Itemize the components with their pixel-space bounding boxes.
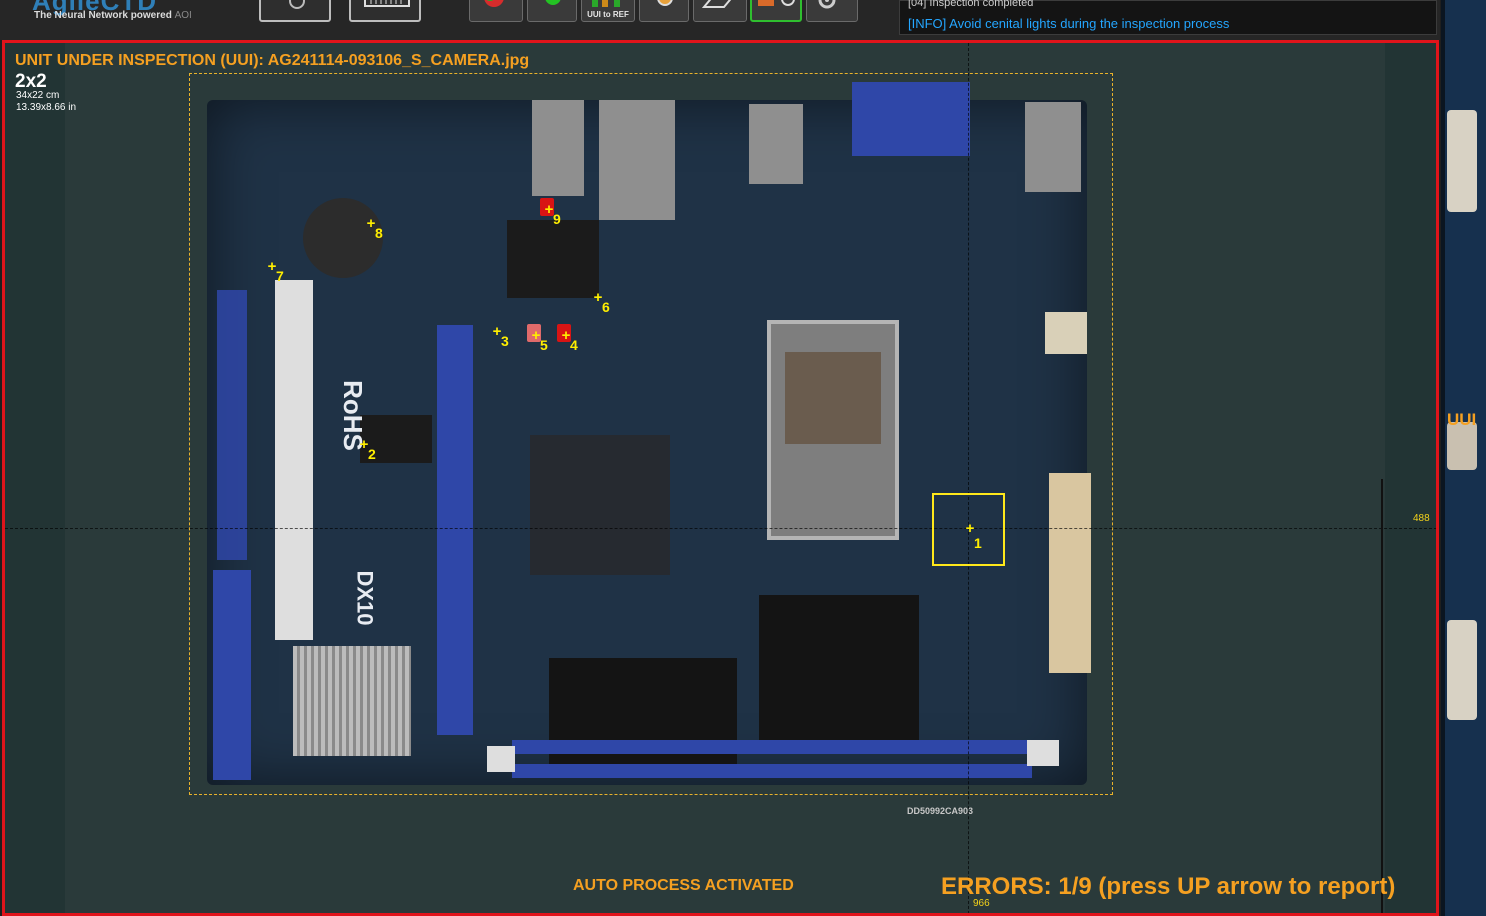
- marker-plus-icon: +: [965, 520, 975, 537]
- cpu-socket: [767, 320, 899, 540]
- go-icon: [545, 0, 561, 5]
- uui-to-ref-label: UUI to REF: [587, 10, 629, 19]
- brand-tagline-text: The Neural Network powered: [34, 10, 172, 21]
- cmos-battery: [303, 198, 383, 278]
- capture-button[interactable]: [639, 0, 689, 22]
- marker-6[interactable]: + 6: [594, 290, 610, 315]
- model-silkscreen: DX10: [352, 570, 378, 626]
- inspection-viewer[interactable]: UNIT UNDER INSPECTION (UUI): AG241114-09…: [2, 40, 1439, 916]
- marker-number: 2: [368, 446, 376, 462]
- reference-component: [1447, 620, 1477, 720]
- marker-number: 3: [501, 333, 509, 349]
- dimm-slot-1: [512, 740, 1032, 754]
- marker-number: 7: [276, 268, 284, 284]
- cpu-socket-pins: [785, 352, 881, 444]
- marker-8[interactable]: + 8: [367, 216, 383, 241]
- pcb-image: RoHS DX10 DD50992CA903: [207, 82, 1091, 816]
- marker-number: 4: [570, 337, 578, 353]
- pcie-slot: [437, 325, 473, 735]
- go-button[interactable]: [527, 0, 577, 22]
- lan-port: [599, 100, 675, 220]
- stop-icon: [484, 0, 504, 7]
- ide-connector: [213, 570, 251, 780]
- southbridge-heatsink: [293, 646, 411, 756]
- atx12v-connector: [1045, 312, 1087, 354]
- settings-button[interactable]: [806, 0, 858, 22]
- marker-number: 5: [540, 337, 548, 353]
- uui-to-ref-button[interactable]: UUI to REF: [581, 0, 635, 22]
- dimm-slot-2: [512, 764, 1032, 778]
- size-cm-label: 34x22 cm: [16, 90, 60, 101]
- marker-4[interactable]: + 4: [557, 324, 578, 353]
- barcode-button[interactable]: [349, 0, 421, 22]
- marker-7[interactable]: + 7: [268, 259, 284, 284]
- message-log: [04] Inspection completed [INFO] Avoid c…: [899, 0, 1437, 35]
- northbridge-chip: [530, 435, 670, 575]
- size-in-label: 13.39x8.66 in: [16, 102, 77, 113]
- marker-5[interactable]: + 5: [527, 324, 548, 353]
- camera-icon: [657, 0, 673, 6]
- barcode-icon: [364, 0, 410, 7]
- inspect-icon: [758, 0, 795, 6]
- dimm-latch-right: [1027, 740, 1059, 766]
- search-button[interactable]: [259, 0, 331, 22]
- error-count-status: ERRORS: 1/9 (press UP arrow to report): [941, 873, 1396, 900]
- serial-label: DD50992CA903: [907, 806, 974, 816]
- brand-tagline-suffix: AOI: [174, 10, 192, 21]
- scroll-track: [1381, 479, 1383, 913]
- viewer-title: UNIT UNDER INSPECTION (UUI): AG241114-09…: [15, 52, 530, 69]
- usb-port: [749, 104, 803, 184]
- vrm-area: [759, 595, 919, 753]
- marker-number: 6: [602, 299, 610, 315]
- uui-label: UUI: [1447, 410, 1477, 429]
- top-toolbar: AgileCTD The Neural Network powered AOI: [0, 0, 1440, 40]
- marker-2[interactable]: + 2: [360, 437, 376, 462]
- marker-number: 9: [553, 211, 561, 227]
- reference-side-panel[interactable]: UUI: [1441, 0, 1486, 916]
- log-line-info: [INFO] Avoid cenital lights during the i…: [908, 16, 1230, 31]
- auto-process-status: AUTO PROCESS ACTIVATED: [573, 877, 794, 894]
- search-icon: [289, 0, 305, 9]
- cursor-y-readout: 488: [1413, 513, 1430, 524]
- marker-3[interactable]: + 3: [493, 324, 509, 349]
- dimm-latch: [487, 746, 515, 772]
- log-line-status: [04] Inspection completed: [908, 0, 1034, 9]
- sata-connectors: [217, 290, 247, 560]
- pci-slot: [275, 280, 313, 640]
- stop-button[interactable]: [469, 0, 523, 22]
- marker-number: 1: [974, 535, 982, 551]
- audio-jack: [532, 100, 584, 196]
- marker-number: 8: [375, 225, 383, 241]
- atx-power-connector: [1049, 473, 1091, 673]
- erase-button[interactable]: [693, 0, 747, 22]
- inspect-button[interactable]: [750, 0, 802, 22]
- vga-port: [852, 82, 970, 156]
- reference-component: [1447, 110, 1477, 212]
- ps2-port: [1025, 102, 1081, 192]
- brand-tagline: The Neural Network powered AOI: [34, 10, 192, 21]
- gear-icon: [818, 0, 836, 9]
- brand-logo: AgileCTD The Neural Network powered AOI: [18, 0, 198, 26]
- crosshair-horizontal: [5, 528, 1436, 529]
- eraser-icon: [701, 0, 732, 8]
- marker-9[interactable]: + 9: [540, 198, 561, 227]
- audio-codec-chip: [507, 220, 599, 298]
- crosshair-vertical: [968, 43, 969, 913]
- marker-1[interactable]: + 1: [966, 521, 982, 551]
